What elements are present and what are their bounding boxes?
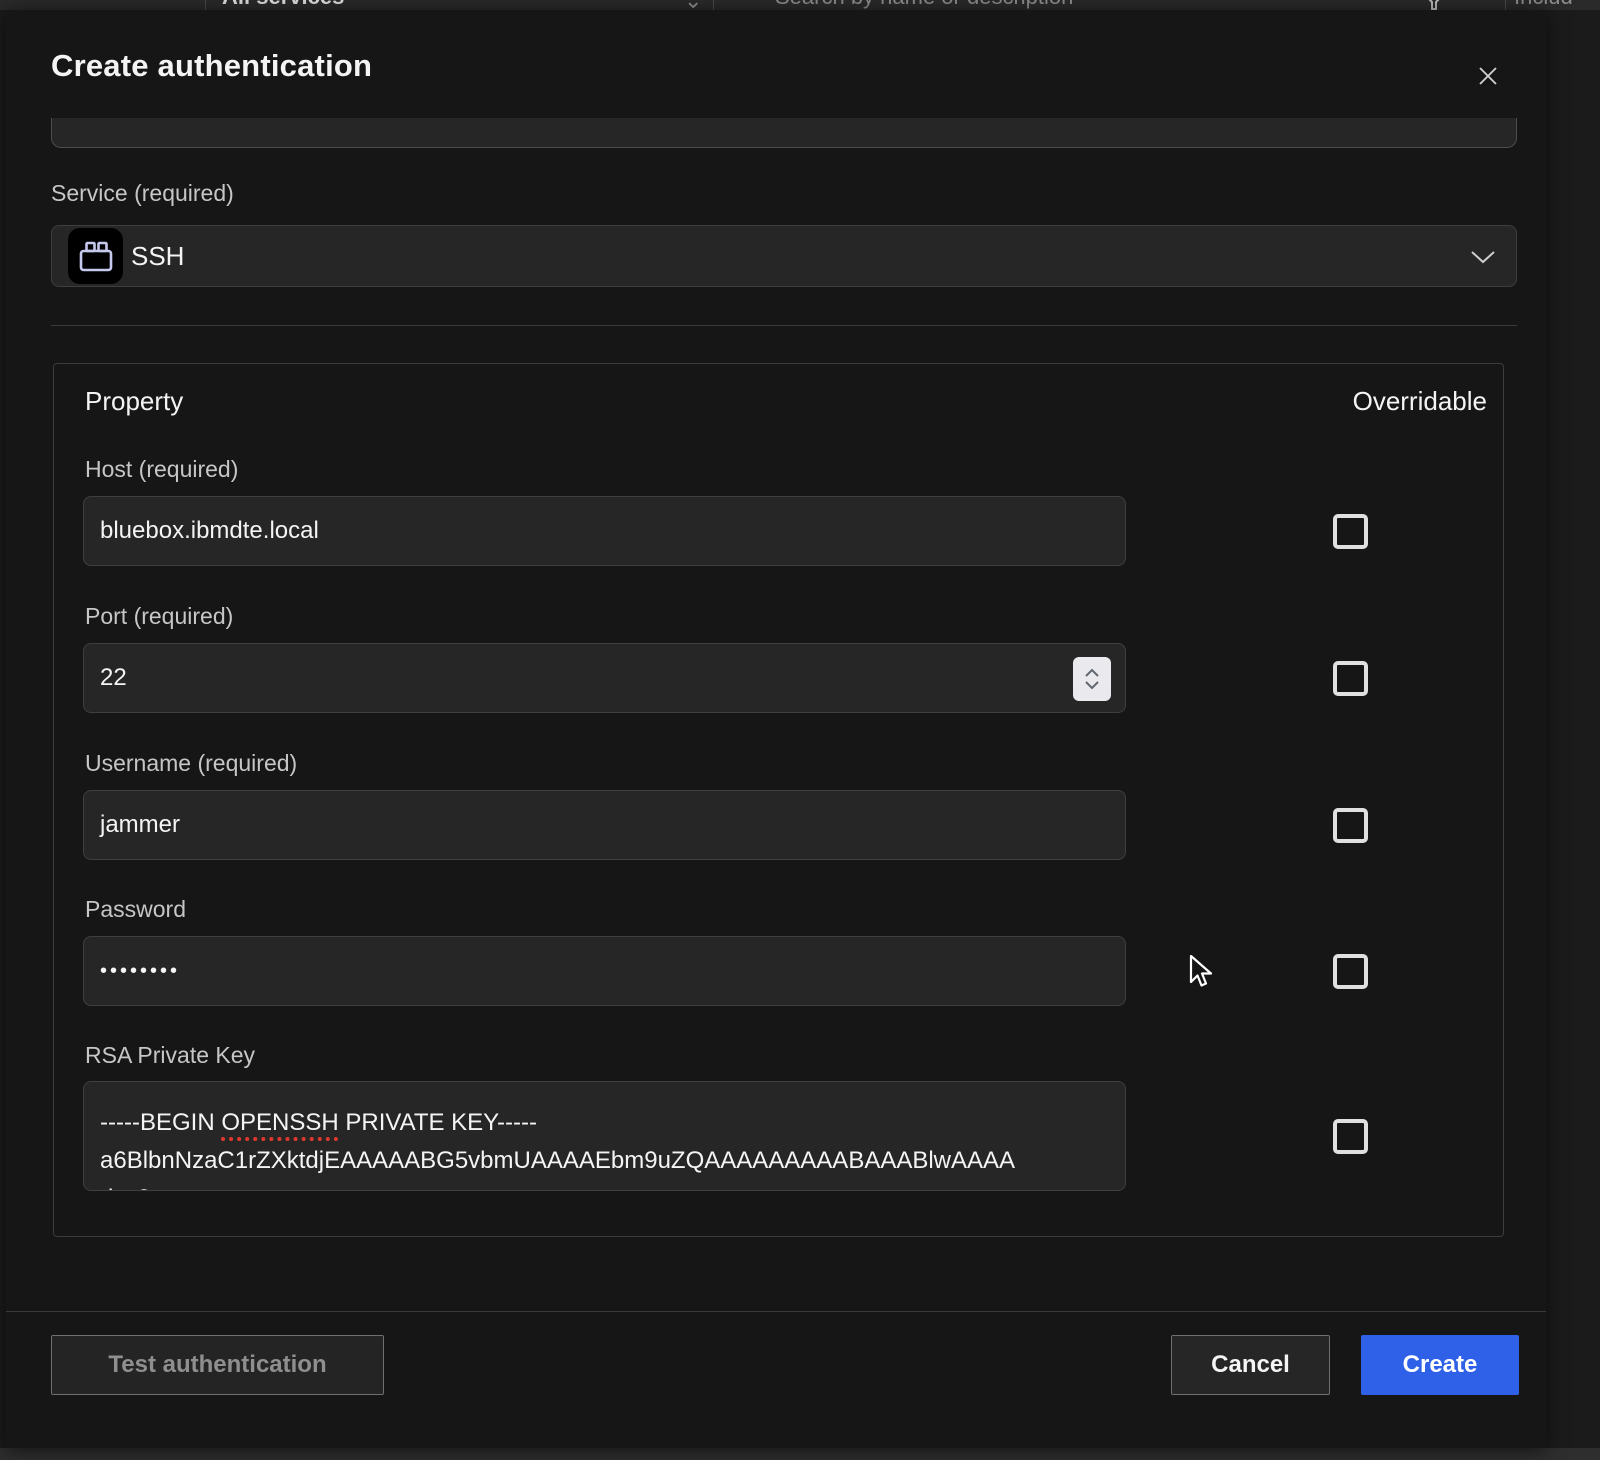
rsa-private-key-textarea[interactable]: -----BEGIN OPENSSH PRIVATE KEY----- a6Bl… (83, 1081, 1126, 1191)
all-services-dropdown[interactable]: All services (222, 0, 344, 10)
topbar-divider (713, 0, 714, 10)
password-overridable-checkbox[interactable] (1333, 954, 1368, 989)
search-input[interactable]: Search by name or description (775, 0, 1073, 10)
brick-icon (77, 237, 115, 275)
port-stepper[interactable] (1073, 657, 1111, 701)
close-button[interactable] (1470, 58, 1506, 94)
background-page-bottom-strip (0, 1448, 1600, 1460)
close-icon (1476, 64, 1500, 88)
service-tile (68, 228, 123, 284)
modal-title: Create authentication (51, 48, 372, 84)
topbar-divider (205, 0, 206, 10)
service-select-value: SSH (131, 241, 184, 272)
chevron-down-icon (1470, 250, 1496, 269)
test-authentication-button[interactable]: Test authentication (51, 1335, 384, 1395)
username-overridable-checkbox[interactable] (1333, 808, 1368, 843)
rsa-key-line-3: dzc3gtcn (100, 1180, 1109, 1191)
create-button[interactable]: Create (1361, 1335, 1519, 1395)
password-input[interactable]: •••••••• (83, 936, 1126, 1006)
host-label: Host (required) (85, 456, 238, 483)
rsa-private-key-label: RSA Private Key (85, 1042, 255, 1069)
port-input[interactable]: 22 (83, 643, 1126, 713)
rsa-overridable-checkbox[interactable] (1333, 1119, 1368, 1154)
host-value: bluebox.ibmdte.local (100, 517, 319, 545)
section-divider (51, 325, 1517, 326)
create-authentication-modal: Create authentication Service (required)… (6, 10, 1546, 1448)
chevron-down-icon: ⌄ (684, 0, 702, 10)
password-value: •••••••• (100, 960, 180, 983)
service-label: Service (required) (51, 180, 234, 207)
misspelled-word: OPENSSH (221, 1109, 338, 1136)
username-value: jammer (100, 811, 180, 839)
clipped-input-field[interactable] (51, 118, 1517, 148)
filter-icon[interactable] (1422, 0, 1446, 10)
footer-divider (6, 1311, 1546, 1312)
overridable-column-header: Overridable (1353, 386, 1487, 417)
username-label: Username (required) (85, 750, 297, 777)
service-select[interactable]: SSH (51, 225, 1517, 287)
cancel-button[interactable]: Cancel (1171, 1335, 1330, 1395)
host-input[interactable]: bluebox.ibmdte.local (83, 496, 1126, 566)
username-input[interactable]: jammer (83, 790, 1126, 860)
topbar-divider (1505, 0, 1506, 10)
rsa-key-line-2: a6BlbnNzaC1rZXktdjEAAAAABG5vbmUAAAAEbm9u… (100, 1142, 1109, 1180)
chevron-up-icon (1084, 668, 1100, 677)
password-label: Password (85, 896, 186, 923)
host-overridable-checkbox[interactable] (1333, 514, 1368, 549)
property-card: Property Overridable Host (required) blu… (53, 363, 1504, 1237)
port-value: 22 (100, 664, 127, 692)
background-page-topbar: All services ⌄ Search by name or descrip… (0, 0, 1600, 10)
topbar-right-partial-text: Includ (1514, 0, 1573, 10)
port-overridable-checkbox[interactable] (1333, 661, 1368, 696)
port-label: Port (required) (85, 603, 233, 630)
property-column-header: Property (85, 386, 183, 417)
chevron-down-icon (1084, 681, 1100, 690)
rsa-key-line-1: -----BEGIN OPENSSH PRIVATE KEY----- (100, 1104, 1109, 1142)
